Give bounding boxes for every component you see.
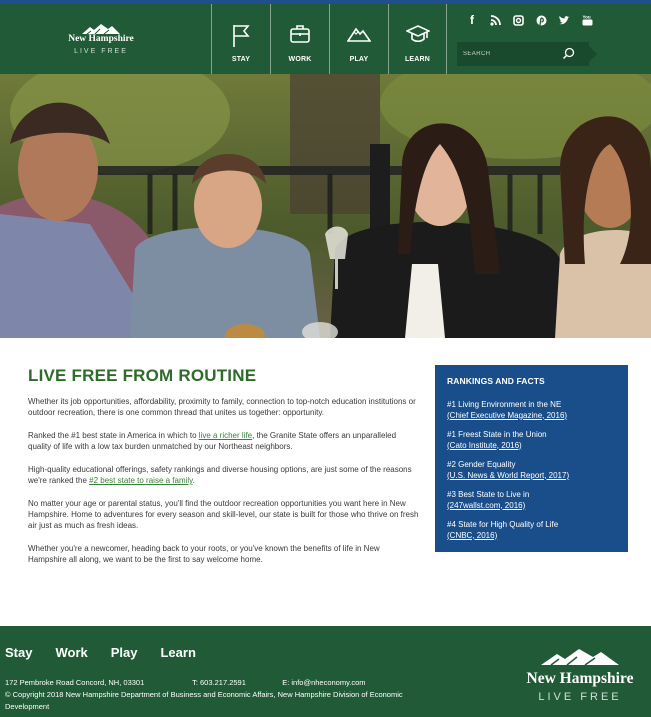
site-logo[interactable]: New Hampshire LIVE FREE xyxy=(58,24,144,55)
nav-label: STAY xyxy=(231,56,251,63)
contact-row: 172 Pembroke Road Concord, NH, 03301 T: … xyxy=(5,677,435,689)
rss-icon[interactable] xyxy=(488,13,502,27)
graduation-cap-icon xyxy=(405,25,430,43)
ranking-item: #4 State for High Quality of Life (CNBC,… xyxy=(447,520,616,541)
recreation-paragraph: No matter your age or parental status, y… xyxy=(28,499,419,530)
nav-item-play[interactable]: PLAY xyxy=(329,4,388,74)
rankings-title: RANKINGS AND FACTS xyxy=(447,376,545,386)
footer-logo[interactable]: New Hampshire LIVE FREE xyxy=(520,649,640,703)
ranking-text: #2 Gender Equality xyxy=(447,460,516,469)
raise-family-link[interactable]: #2 best state to raise a family xyxy=(89,476,192,485)
footer-copyright: © Copyright 2018 New Hampshire Departmen… xyxy=(5,690,403,711)
briefcase-icon xyxy=(290,25,310,43)
page-title: LIVE FREE FROM ROUTINE xyxy=(28,366,257,385)
ranking-item: #1 Freest State in the Union (Cato Insti… xyxy=(447,430,616,451)
instagram-icon[interactable] xyxy=(511,13,525,27)
mountain-logo-icon xyxy=(82,24,120,34)
ranking-item: #3 Best State to Live in (247wallst.com,… xyxy=(447,490,616,511)
main-content: LIVE FREE FROM ROUTINE Whether its job o… xyxy=(28,366,420,577)
richer-life-link[interactable]: live a richer life xyxy=(199,431,252,440)
logo-tagline: LIVE FREE xyxy=(74,48,128,55)
search-icon[interactable] xyxy=(562,47,575,60)
footer-logo-name: New Hampshire xyxy=(526,670,634,687)
welcome-paragraph: Whether you're a newcomer, heading back … xyxy=(28,544,380,564)
ranking-item: #2 Gender Equality (U.S. News & World Re… xyxy=(447,460,616,481)
footer-link-work[interactable]: Work xyxy=(55,645,87,660)
site-header: New Hampshire LIVE FREE STAY WORK PLAY L… xyxy=(0,4,651,74)
ranking-item: #1 Living Environment in the NE (Chief E… xyxy=(447,400,616,421)
ranking-source-link[interactable]: (CNBC, 2016) xyxy=(447,531,616,542)
main-nav: STAY WORK PLAY LEARN xyxy=(211,4,447,74)
pinterest-icon[interactable] xyxy=(534,13,548,27)
search-box xyxy=(457,42,597,66)
footer-link-play[interactable]: Play xyxy=(111,645,138,660)
nav-label: PLAY xyxy=(349,56,369,63)
richer-life-paragraph: Ranked the #1 best state in America in w… xyxy=(28,431,397,451)
nav-label: LEARN xyxy=(404,56,431,63)
social-links: f You xyxy=(465,13,594,27)
ranking-source-link[interactable]: (Chief Executive Magazine, 2016) xyxy=(447,411,616,422)
intro-paragraph: Whether its job opportunities, affordabi… xyxy=(28,397,416,417)
nav-item-stay[interactable]: STAY xyxy=(211,4,270,74)
ranking-text: #1 Freest State in the Union xyxy=(447,430,547,439)
nav-item-learn[interactable]: LEARN xyxy=(388,4,447,74)
footer-logo-tagline: LIVE FREE xyxy=(538,691,622,703)
footer-phone[interactable]: T: 603.217.2591 xyxy=(192,677,280,689)
mountain-logo-icon xyxy=(541,649,619,666)
facebook-icon[interactable]: f xyxy=(465,13,479,27)
hero-photo-people xyxy=(0,74,651,338)
ranking-text: #1 Living Environment in the NE xyxy=(447,400,562,409)
ranking-source-link[interactable]: (247wallst.com, 2016) xyxy=(447,501,616,512)
footer-info: 172 Pembroke Road Concord, NH, 03301 T: … xyxy=(5,677,435,713)
footer-link-learn[interactable]: Learn xyxy=(160,645,195,660)
footer-nav: Stay Work Play Learn xyxy=(5,645,196,660)
ranking-source-link[interactable]: (U.S. News & World Report, 2017) xyxy=(447,471,616,482)
ranking-text: #3 Best State to Live in xyxy=(447,490,530,499)
logo-name: New Hampshire xyxy=(68,34,134,44)
hero-image xyxy=(0,74,651,338)
footer-link-stay[interactable]: Stay xyxy=(5,645,32,660)
family-paragraph: High-quality educational offerings, safe… xyxy=(28,465,412,485)
nav-item-work[interactable]: WORK xyxy=(270,4,329,74)
youtube-icon[interactable]: You xyxy=(580,13,594,27)
twitter-icon[interactable] xyxy=(557,13,571,27)
ranking-source-link[interactable]: (Cato Institute, 2016) xyxy=(447,441,616,452)
nav-label: WORK xyxy=(288,56,312,63)
footer-address: 172 Pembroke Road Concord, NH, 03301 xyxy=(5,678,145,687)
footer-email[interactable]: E: info@nheconomy.com xyxy=(282,677,365,689)
site-footer: Stay Work Play Learn 172 Pembroke Road C… xyxy=(0,626,651,717)
mountain-icon xyxy=(347,27,371,42)
ranking-text: #4 State for High Quality of Life xyxy=(447,520,559,529)
flag-icon xyxy=(233,25,250,47)
search-input[interactable] xyxy=(463,47,559,61)
svg-text:You: You xyxy=(582,15,590,20)
rankings-panel: RANKINGS AND FACTS #1 Living Environment… xyxy=(435,365,628,552)
